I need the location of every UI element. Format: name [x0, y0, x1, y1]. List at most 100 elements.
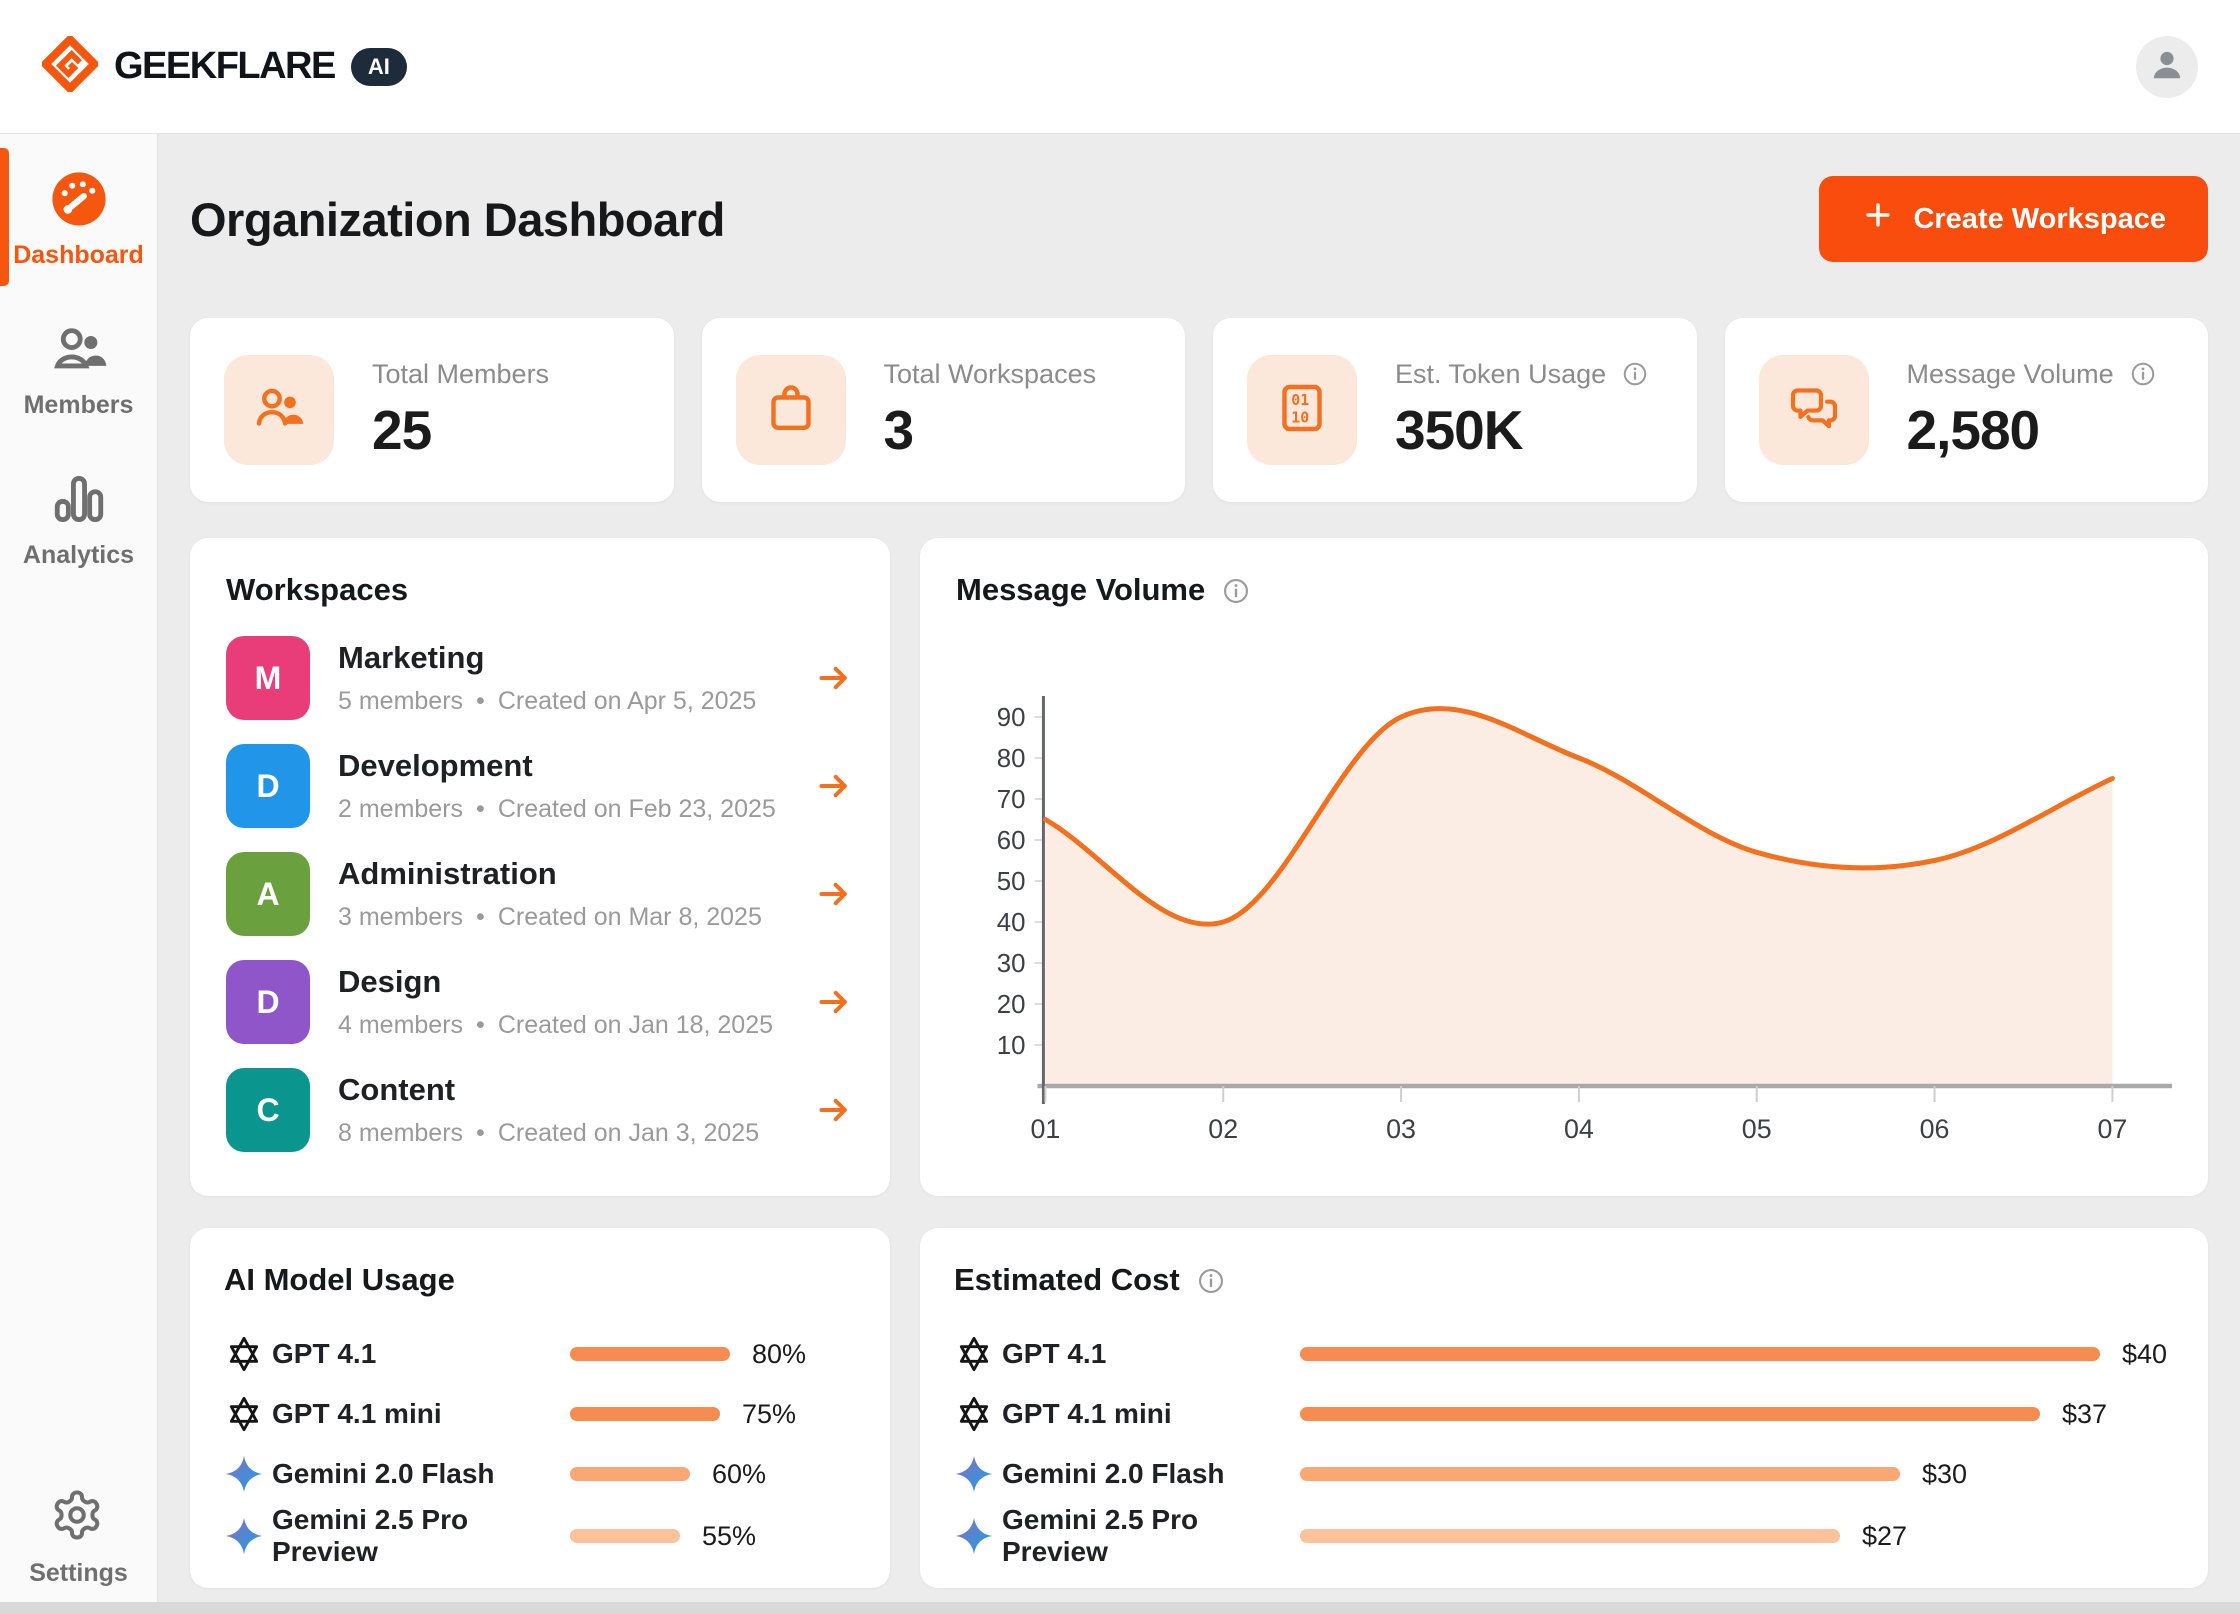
workspace-row-administration[interactable]: A Administration 3 members • Created on … [226, 852, 854, 936]
message-volume-chart: 10203040506070809001020304050607 [956, 646, 2172, 1146]
workspaces-panel: Workspaces M Marketing 5 members • Creat… [190, 538, 890, 1196]
usage-row-gemini-20-flash: Gemini 2.0 Flash 60% [224, 1444, 856, 1504]
workspace-badge: M [226, 636, 310, 720]
workspace-name: Administration [338, 856, 814, 892]
arrow-right-icon[interactable] [814, 874, 854, 914]
dot-separator: • [476, 1119, 485, 1148]
stat-tile [1759, 355, 1869, 465]
workspace-info: Design 4 members • Created on Jan 18, 20… [338, 964, 814, 1040]
horizontal-scrollbar[interactable] [0, 1602, 2240, 1614]
info-icon[interactable] [2128, 359, 2158, 389]
bar-value: 55% [702, 1521, 756, 1552]
sidebar-item-settings[interactable]: Settings [0, 1488, 157, 1588]
workspace-members: 5 members [338, 687, 463, 716]
bar-value: 80% [752, 1339, 806, 1370]
svg-text:01: 01 [1291, 391, 1309, 409]
brand-name: GEEKFLARE [114, 45, 335, 88]
workspace-row-content[interactable]: C Content 8 members • Created on Jan 3, … [226, 1068, 854, 1152]
workspace-name: Development [338, 748, 814, 784]
workspace-row-marketing[interactable]: M Marketing 5 members • Created on Apr 5… [226, 636, 854, 720]
stat-card-message-volume: Message Volume 2,580 [1725, 318, 2209, 502]
stat-tile: 01 10 [1247, 355, 1357, 465]
openai-logo-icon [954, 1394, 994, 1434]
dashboard-gauge-icon [50, 170, 108, 228]
workspace-name: Marketing [338, 640, 814, 676]
info-icon[interactable] [1195, 1265, 1225, 1295]
gemini-star-icon [224, 1454, 264, 1494]
usage-row-gpt-41-mini: GPT 4.1 mini 75% [224, 1384, 856, 1444]
svg-text:70: 70 [997, 786, 1026, 814]
openai-logo-icon [224, 1394, 264, 1434]
workspaces-bag-icon [763, 380, 819, 441]
svg-text:90: 90 [997, 704, 1026, 732]
usage-bar: 80% [570, 1339, 856, 1370]
cost-row-gemini-25-pro: Gemini 2.5 Pro Preview $27 [954, 1504, 2174, 1564]
bar-value: $37 [2062, 1399, 2107, 1430]
bar-fill [1300, 1407, 2040, 1421]
bar-fill [1300, 1347, 2100, 1361]
dot-separator: • [476, 795, 485, 824]
estimated-cost-panel: Estimated Cost GPT 4.1 [920, 1228, 2208, 1588]
members-stat-icon [251, 380, 307, 441]
workspace-info: Marketing 5 members • Created on Apr 5, … [338, 640, 814, 716]
sidebar: Dashboard Members Analyti [0, 134, 158, 1614]
cost-bar: $30 [1300, 1459, 2174, 1490]
stat-text: Message Volume 2,580 [1907, 359, 2158, 462]
workspace-row-design[interactable]: D Design 4 members • Created on Jan 18, … [226, 960, 854, 1044]
sidebar-label-members: Members [24, 391, 134, 420]
openai-logo-icon [954, 1334, 994, 1374]
estimated-cost-title: Estimated Cost [954, 1262, 1180, 1298]
workspace-meta: 3 members • Created on Mar 8, 2025 [338, 903, 814, 932]
token-binary-icon: 01 10 [1274, 380, 1330, 441]
bar-value: $40 [2122, 1339, 2167, 1370]
workspace-members: 4 members [338, 1011, 463, 1040]
svg-text:40: 40 [997, 909, 1026, 937]
sidebar-item-analytics[interactable]: Analytics [0, 470, 157, 570]
svg-text:05: 05 [1742, 1114, 1772, 1144]
page-title: Organization Dashboard [190, 192, 725, 247]
bar-fill [1300, 1467, 1900, 1481]
workspace-badge: D [226, 960, 310, 1044]
arrow-right-icon[interactable] [814, 658, 854, 698]
sidebar-item-dashboard[interactable]: Dashboard [0, 170, 157, 270]
settings-gear-icon [50, 1488, 108, 1546]
stat-label: Est. Token Usage [1395, 359, 1606, 390]
usage-row-gpt-41: GPT 4.1 80% [224, 1324, 856, 1384]
workspace-info: Development 2 members • Created on Feb 2… [338, 748, 814, 824]
svg-text:20: 20 [997, 991, 1026, 1019]
svg-text:04: 04 [1564, 1114, 1594, 1144]
bar-fill [570, 1347, 730, 1361]
workspaces-title: Workspaces [226, 572, 854, 608]
bar-fill [570, 1467, 690, 1481]
model-name: GPT 4.1 mini [1002, 1398, 1300, 1430]
model-name: Gemini 2.0 Flash [272, 1458, 570, 1490]
ai-badge: AI [351, 48, 407, 86]
model-name: GPT 4.1 [1002, 1338, 1300, 1370]
info-icon[interactable] [1220, 575, 1250, 605]
bar-value: 75% [742, 1399, 796, 1430]
arrow-right-icon[interactable] [814, 766, 854, 806]
workspace-badge: D [226, 744, 310, 828]
arrow-right-icon[interactable] [814, 982, 854, 1022]
info-icon[interactable] [1620, 359, 1650, 389]
workspace-name: Design [338, 964, 814, 1000]
model-name: Gemini 2.5 Pro Preview [1002, 1504, 1300, 1568]
svg-text:30: 30 [997, 950, 1026, 978]
usage-bar: 55% [570, 1521, 856, 1552]
workspace-row-development[interactable]: D Development 2 members • Created on Feb… [226, 744, 854, 828]
arrow-right-icon[interactable] [814, 1090, 854, 1130]
stat-value: 2,580 [1907, 398, 2158, 462]
model-name: Gemini 2.0 Flash [1002, 1458, 1300, 1490]
cost-row-gpt-41: GPT 4.1 $40 [954, 1324, 2174, 1384]
stat-label: Message Volume [1907, 359, 2114, 390]
workspace-members: 2 members [338, 795, 463, 824]
dot-separator: • [476, 903, 485, 932]
dot-separator: • [476, 687, 485, 716]
user-avatar[interactable] [2136, 36, 2198, 98]
brand-logo[interactable]: GEEKFLARE AI [42, 36, 407, 97]
sidebar-label-analytics: Analytics [23, 541, 134, 570]
workspace-badge: A [226, 852, 310, 936]
bar-fill [570, 1407, 720, 1421]
create-workspace-button[interactable]: Create Workspace [1819, 176, 2208, 262]
sidebar-item-members[interactable]: Members [0, 320, 157, 420]
